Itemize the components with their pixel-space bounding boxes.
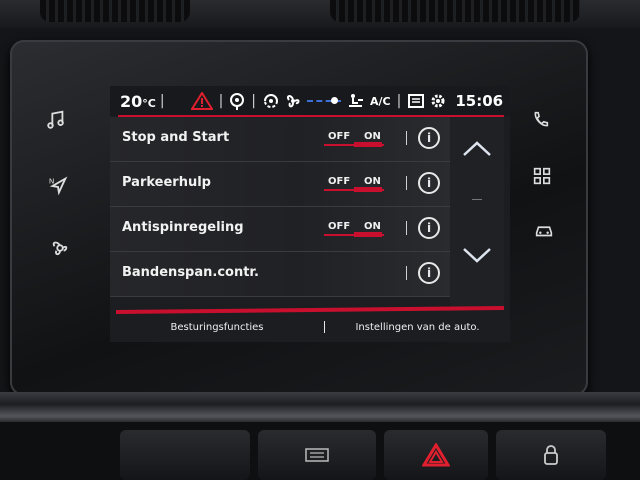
info-icon[interactable]: i [418, 262, 440, 284]
parkeerhulp-toggle[interactable]: OFF ON [324, 176, 384, 194]
chevron-up-icon[interactable] [462, 139, 492, 159]
parking-sensor-icon[interactable] [229, 92, 245, 110]
setting-label: Bandenspan.contr. [122, 265, 259, 280]
chevron-down-icon[interactable] [462, 245, 492, 265]
rear-defrost-icon [305, 448, 329, 462]
apps-grid-icon[interactable] [528, 162, 556, 190]
toggle-knob [354, 232, 382, 237]
console-button[interactable] [120, 430, 250, 480]
setting-row-stop-and-start[interactable]: Stop and Start OFF ON i [110, 117, 450, 162]
air-vent [330, 0, 580, 22]
temperature-value: 20 [120, 91, 143, 111]
touchscreen: 20°C | | | A/C | 15:06 Stop and Start OF… [110, 86, 510, 342]
air-flow-icon[interactable] [346, 92, 366, 110]
separator [406, 131, 407, 145]
tab-instellingen-van-de-auto[interactable]: Instellingen van de auto. [325, 322, 510, 333]
separator: | [396, 93, 402, 109]
info-icon[interactable]: i [418, 172, 440, 194]
hazard-warning-icon [422, 443, 450, 467]
antispinregeling-toggle[interactable]: OFF ON [324, 221, 384, 239]
separator [406, 221, 407, 235]
phone-icon[interactable] [526, 106, 554, 134]
air-vent [40, 0, 190, 22]
navigation-icon[interactable]: N [44, 172, 72, 200]
rear-defrost-icon[interactable] [407, 92, 425, 110]
central-lock-button[interactable] [496, 430, 606, 480]
hazard-button[interactable] [384, 430, 488, 480]
separator: | [251, 93, 256, 109]
car-icon[interactable] [530, 216, 558, 244]
settings-icon[interactable] [429, 92, 447, 110]
info-icon[interactable]: i [418, 217, 440, 239]
separator: | [159, 93, 165, 109]
toggle-off-label: OFF [328, 221, 351, 232]
toggle-off-label: OFF [328, 131, 351, 142]
toggle-knob [354, 142, 382, 147]
tab-besturingsfuncties[interactable]: Besturingsfuncties [110, 322, 324, 333]
fan-icon[interactable] [284, 92, 302, 110]
setting-row-parkeerhulp[interactable]: Parkeerhulp OFF ON i [110, 162, 450, 207]
bottom-tabs: Besturingsfuncties Instellingen van de a… [110, 312, 510, 342]
setting-label: Stop and Start [122, 130, 230, 145]
stop-start-toggle[interactable]: OFF ON [324, 131, 384, 149]
setting-label: Antispinregeling [122, 220, 244, 235]
chrome-trim [0, 392, 640, 422]
clock: 15:06 [455, 92, 504, 110]
temperature-unit: °C [142, 96, 156, 110]
svg-text:N: N [49, 176, 54, 185]
scroll-thumb[interactable] [472, 199, 482, 200]
separator: | [218, 93, 224, 109]
recirculation-icon[interactable] [262, 92, 280, 110]
setting-label: Parkeerhulp [122, 175, 211, 190]
toggle-on-label: ON [364, 131, 381, 142]
settings-list: Stop and Start OFF ON i Parkeerhulp OFF … [110, 117, 450, 307]
rear-defrost-button[interactable] [258, 430, 376, 480]
toggle-on-label: ON [364, 176, 381, 187]
status-bar: 20°C | | | A/C | 15:06 [110, 86, 510, 116]
toggle-off-label: OFF [328, 176, 351, 187]
music-note-icon[interactable] [42, 106, 70, 134]
ac-icon[interactable]: A/C [370, 95, 391, 108]
ac-label: A/C [370, 94, 391, 108]
temperature-readout[interactable]: 20°C [120, 92, 156, 111]
separator [406, 266, 407, 280]
hazard-warning-icon [190, 92, 213, 110]
scroll-area [450, 117, 504, 307]
setting-row-antispinregeling[interactable]: Antispinregeling OFF ON i [110, 207, 450, 252]
toggle-knob [354, 187, 382, 192]
fan-speed-indicator[interactable] [307, 97, 341, 104]
setting-row-bandenspan[interactable]: Bandenspan.contr. i [110, 252, 450, 297]
lock-icon [544, 445, 558, 465]
climate-fan-icon[interactable] [46, 234, 74, 262]
separator [406, 176, 407, 190]
toggle-on-label: ON [364, 221, 381, 232]
info-icon[interactable]: i [418, 127, 440, 149]
